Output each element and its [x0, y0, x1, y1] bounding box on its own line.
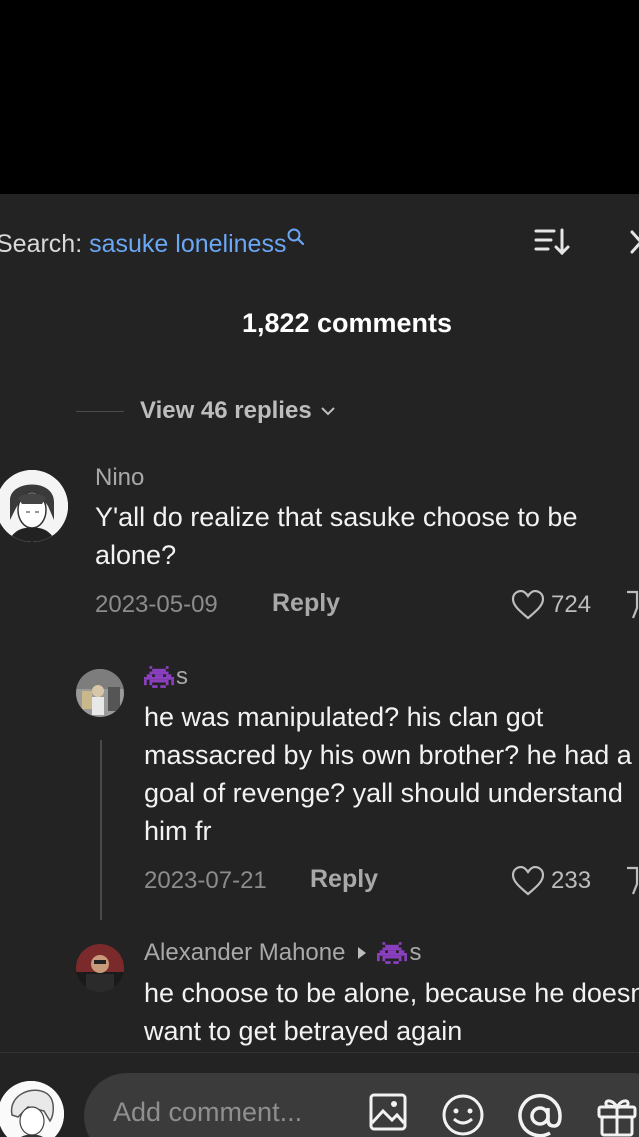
chevron-down-icon	[320, 407, 335, 416]
sort-icon[interactable]	[534, 227, 570, 257]
comment-author[interactable]: Nino	[95, 464, 144, 492]
reply-button[interactable]: Reply	[310, 865, 378, 894]
search-icon	[287, 228, 305, 246]
space-invader-emoji-icon	[377, 942, 408, 964]
heart-icon	[511, 590, 545, 620]
avatar[interactable]	[76, 669, 124, 717]
comment-date: 2023-05-09	[95, 591, 218, 618]
space-invader-emoji-icon	[144, 666, 174, 688]
close-icon[interactable]	[630, 230, 639, 254]
user-avatar[interactable]	[0, 1081, 64, 1137]
comment-author[interactable]: Alexander Mahone s	[144, 939, 421, 967]
thread-line	[100, 740, 102, 920]
view-replies-label: View 46 replies	[140, 397, 312, 424]
comment-input-placeholder[interactable]: Add comment...	[113, 1097, 302, 1128]
divider	[76, 410, 124, 412]
like-count: 724	[551, 591, 592, 618]
comment-date: 2023-07-21	[144, 867, 267, 894]
author-name: Alexander Mahone	[144, 939, 346, 966]
like-button[interactable]: 233	[511, 866, 591, 896]
mention-icon[interactable]	[517, 1093, 563, 1137]
image-icon[interactable]	[369, 1093, 407, 1131]
comment-author[interactable]: s	[144, 663, 188, 691]
author-name: s	[176, 663, 188, 690]
dislike-icon[interactable]	[625, 590, 639, 620]
comments-count: 1,822 comments	[241, 308, 453, 338]
comment-composer: Add comment...	[0, 1052, 639, 1137]
avatar[interactable]	[0, 470, 68, 542]
search-label[interactable]: Search: sasuke loneliness	[0, 228, 305, 259]
search-term[interactable]: sasuke loneliness	[89, 230, 286, 258]
comments-sheet: Search: sasuke loneliness 1,822 comments…	[0, 194, 639, 1137]
avatar[interactable]	[76, 944, 124, 992]
comment-text[interactable]: Y'all do realize that sasuke choose to b…	[95, 498, 635, 574]
emoji-icon[interactable]	[441, 1093, 485, 1137]
dislike-icon[interactable]	[625, 866, 639, 896]
comment-text[interactable]: he choose to be alone, because he doesn'…	[144, 974, 639, 1050]
gift-icon[interactable]	[595, 1093, 639, 1137]
search-prefix: Search:	[0, 230, 83, 258]
reply-to-name: s	[409, 939, 422, 966]
view-replies-button[interactable]: View 46 replies	[76, 397, 336, 425]
heart-icon	[511, 866, 545, 896]
like-count: 233	[551, 867, 592, 894]
reply-button[interactable]: Reply	[272, 589, 340, 618]
like-button[interactable]: 724	[511, 590, 591, 620]
reply-arrow-icon	[358, 947, 367, 959]
comment-text[interactable]: he was manipulated? his clan got massacr…	[144, 698, 638, 850]
